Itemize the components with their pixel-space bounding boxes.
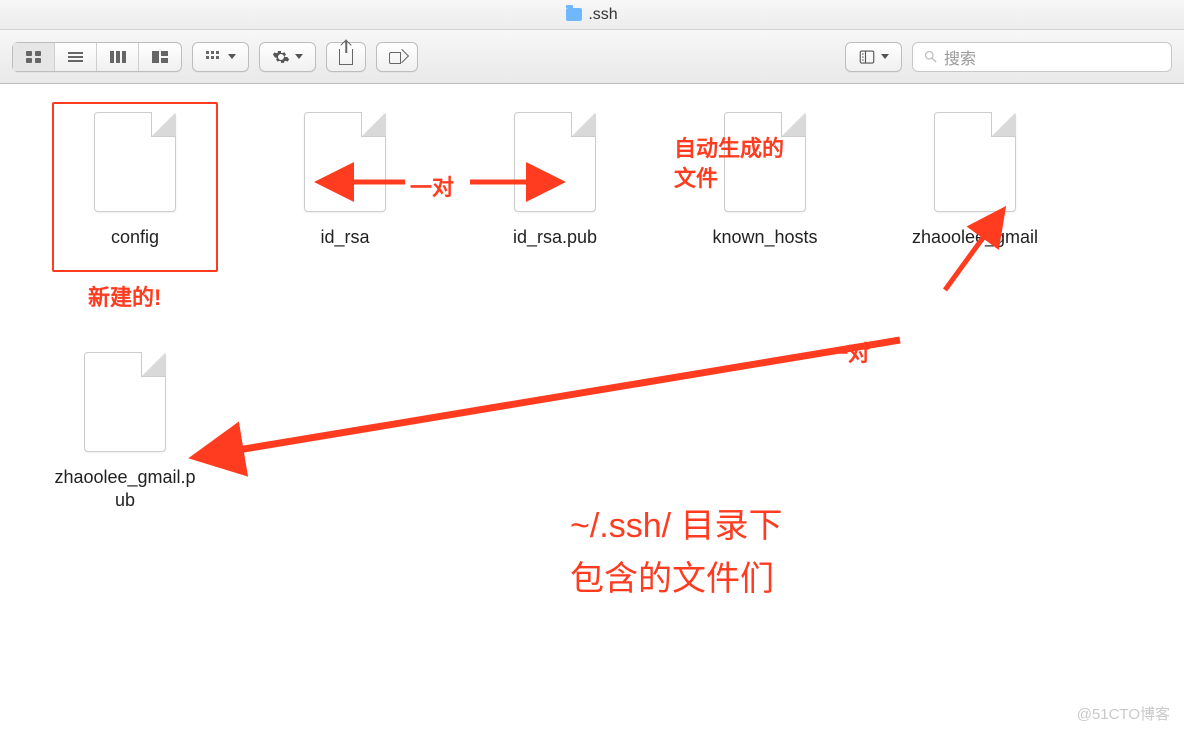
view-switcher xyxy=(12,42,182,72)
group-by-button[interactable] xyxy=(192,42,249,72)
file-label: config xyxy=(50,226,220,250)
file-icon xyxy=(724,112,806,212)
view-list-button[interactable] xyxy=(55,43,97,71)
share-button[interactable] xyxy=(326,42,366,72)
sidebar-icon xyxy=(858,48,876,66)
columns-icon xyxy=(109,50,127,64)
file-id-rsa-pub[interactable]: id_rsa.pub xyxy=(470,112,640,250)
edit-tags-button[interactable] xyxy=(845,42,902,72)
view-icon-button[interactable] xyxy=(13,43,55,71)
group-icon xyxy=(205,50,223,64)
view-columns-button[interactable] xyxy=(97,43,139,71)
file-icon xyxy=(514,112,596,212)
tags-button[interactable] xyxy=(376,42,418,72)
list-icon xyxy=(67,50,85,64)
file-label: zhaoolee_gmail xyxy=(890,226,1060,250)
window-title: .ssh xyxy=(588,6,617,24)
gear-icon xyxy=(272,48,290,66)
file-grid[interactable]: config id_rsa id_rsa.pub known_hosts zha… xyxy=(0,84,1184,730)
file-label: known_hosts xyxy=(680,226,850,250)
file-icon xyxy=(94,112,176,212)
chevron-down-icon xyxy=(228,54,236,59)
gallery-icon xyxy=(151,50,169,64)
watermark: @51CTO博客 xyxy=(1077,703,1170,724)
search-placeholder: 搜索 xyxy=(944,45,976,69)
tag-icon xyxy=(389,50,405,64)
search-input[interactable]: 搜索 xyxy=(912,42,1172,72)
file-id-rsa[interactable]: id_rsa xyxy=(260,112,430,250)
file-label: id_rsa xyxy=(260,226,430,250)
folder-icon xyxy=(566,8,582,21)
window-titlebar: .ssh xyxy=(0,0,1184,30)
toolbar: 搜索 xyxy=(0,30,1184,84)
file-config[interactable]: config xyxy=(50,112,220,250)
file-icon xyxy=(934,112,1016,212)
action-menu-button[interactable] xyxy=(259,42,316,72)
view-gallery-button[interactable] xyxy=(139,43,181,71)
chevron-down-icon xyxy=(881,54,889,59)
search-icon xyxy=(923,49,938,64)
chevron-down-icon xyxy=(295,54,303,59)
file-icon xyxy=(304,112,386,212)
file-icon xyxy=(84,352,166,452)
file-label: id_rsa.pub xyxy=(470,226,640,250)
share-icon xyxy=(339,49,353,65)
grid-icon xyxy=(25,50,43,64)
file-known-hosts[interactable]: known_hosts xyxy=(680,112,850,250)
file-zhaoolee-gmail-pub[interactable]: zhaoolee_gmail.p ub xyxy=(40,352,210,511)
file-zhaoolee-gmail[interactable]: zhaoolee_gmail xyxy=(890,112,1060,250)
file-label: zhaoolee_gmail.p ub xyxy=(40,466,210,511)
